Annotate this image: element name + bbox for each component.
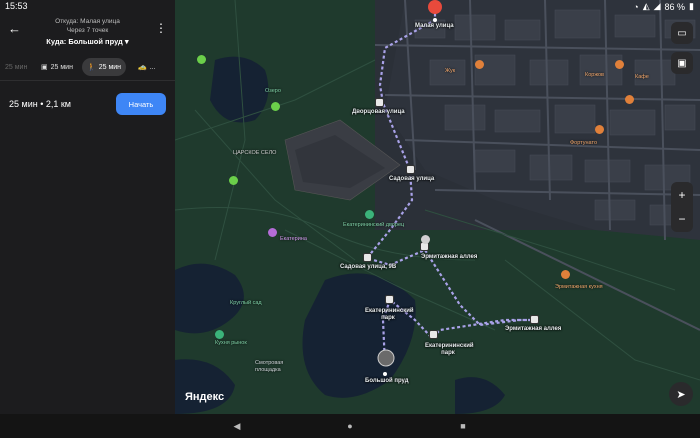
place-erm-kuhnya: Эрмитажная кухня <box>555 284 603 290</box>
label-point-4: Эрмитажная аллея <box>421 254 478 260</box>
nav-home-icon[interactable]: ● <box>343 419 357 433</box>
place-tsarskoe: ЦАРСКОЕ СЕЛО <box>233 150 277 156</box>
route-point-3[interactable] <box>363 253 372 262</box>
headset-icon: ◔ <box>633 1 639 12</box>
route-panel: ← Откуда: Малая улица Через 7 точек Куда… <box>0 0 175 414</box>
route-point-7[interactable] <box>530 315 539 324</box>
poi-food-icon[interactable] <box>215 330 224 339</box>
system-nav-bar: ◀ ● ■ <box>0 414 700 438</box>
map-view[interactable]: Малая улица Дворцовая улица Садовая улиц… <box>175 0 700 414</box>
battery-icon: ▮ <box>689 1 694 11</box>
wifi-icon: ◭ <box>642 1 650 11</box>
poi-museum-icon[interactable] <box>268 228 277 237</box>
status-bar: 15:53 ◔ ◭ ◢ 86 % ▮ <box>0 0 700 14</box>
transport-button[interactable]: ▣ <box>671 52 693 74</box>
battery-text: 86 % <box>664 1 686 12</box>
route-from[interactable]: Откуда: Малая улица <box>0 18 175 25</box>
mode-walk[interactable]: 🚶 25 мин <box>82 58 127 76</box>
destination-marker[interactable] <box>377 349 395 367</box>
place-ozera: Озеро <box>265 88 281 94</box>
chevron-down-icon: ▾ <box>124 37 129 46</box>
nav-recents-icon[interactable]: ■ <box>456 419 470 433</box>
poi-food-icon[interactable] <box>615 60 624 69</box>
place-kuhnya: Кухня рынок <box>215 340 247 346</box>
place-ek-dvorets: Екатерининский дворец <box>343 222 405 228</box>
layers-button[interactable]: ▭ <box>671 22 693 44</box>
divider <box>0 80 175 81</box>
mode-bus-time: 25 мин <box>50 63 73 71</box>
poi-park-icon[interactable] <box>229 176 238 185</box>
label-origin: Малая улица <box>415 23 454 29</box>
label-point-3: Садовая улица, 9В <box>340 264 397 270</box>
place-fortunato: Фортунато <box>570 140 598 146</box>
walk-icon: 🚶 <box>87 64 96 71</box>
more-menu-icon[interactable]: ⋮ <box>155 22 167 36</box>
poi-food-icon[interactable] <box>625 95 634 104</box>
place-kafe: Кафе <box>635 74 649 80</box>
mode-walk-time: 25 мин <box>98 63 122 71</box>
label-destination: Большой пруд <box>365 378 409 384</box>
place-kruglyi: Круглый сад <box>230 300 262 306</box>
mode-car[interactable]: 25 мин <box>0 58 32 76</box>
poi-food-icon[interactable] <box>595 125 604 134</box>
nav-back-icon[interactable]: ◀ <box>230 419 244 433</box>
route-point-5[interactable] <box>385 295 394 304</box>
mode-taxi-time: ... <box>149 63 156 71</box>
pond-left <box>175 263 244 334</box>
bus-icon: ▣ <box>41 64 48 71</box>
mode-bus[interactable]: ▣ 25 мин <box>36 58 78 76</box>
yandex-logo: Яндекс <box>185 391 225 403</box>
status-time: 15:53 <box>5 1 28 11</box>
label-point-5: Екатерининский парк <box>365 308 414 321</box>
route-summary: 25 мин • 2,1 км <box>9 99 71 109</box>
route-to-label: Куда: Большой пруд <box>46 37 123 46</box>
place-smotrovaya: Смотровая площадка <box>255 360 284 373</box>
zoom-out-button[interactable]: − <box>678 207 685 231</box>
poi-monument-icon[interactable] <box>421 235 430 244</box>
poi-park-icon[interactable] <box>197 55 206 64</box>
place-ekaterina: Екатерина <box>280 236 307 242</box>
poi-food-icon[interactable] <box>561 270 570 279</box>
label-point-6: Екатерининский парк <box>425 343 474 356</box>
poi-park-icon[interactable] <box>271 102 280 111</box>
label-point-1: Дворцовая улица <box>352 109 405 115</box>
place-korzh: Коржов <box>585 72 604 78</box>
start-button[interactable]: Начать <box>116 93 166 115</box>
poi-food-icon[interactable] <box>475 60 484 69</box>
mode-taxi[interactable]: 🚕 ... <box>133 58 161 76</box>
label-point-7: Эрмитажная аллея <box>505 326 562 332</box>
transport-modes: 25 мин ▣ 25 мин 🚶 25 мин 🚕 ... <box>0 56 175 78</box>
app-root: Малая улица Дворцовая улица Садовая улиц… <box>0 0 700 438</box>
route-point-2[interactable] <box>406 165 415 174</box>
locate-me-button[interactable]: ➤ <box>669 382 693 406</box>
route-point-1[interactable] <box>375 98 384 107</box>
poi-culture-icon[interactable] <box>365 210 374 219</box>
label-point-2: Садовая улица <box>389 176 435 182</box>
signal-icon: ◢ <box>653 1 661 11</box>
route-point-6[interactable] <box>429 330 438 339</box>
place-zhuk: Жук <box>445 68 456 74</box>
route-header: ← Откуда: Малая улица Через 7 точек Куда… <box>0 14 175 54</box>
taxi-icon: 🚕 <box>138 64 147 71</box>
route-via[interactable]: Через 7 точек <box>0 27 175 34</box>
zoom-in-button[interactable]: + <box>678 183 685 207</box>
route-to[interactable]: Куда: Большой пруд ▾ <box>0 37 175 46</box>
zoom-control: + − <box>671 182 693 232</box>
mode-car-time: 25 мин <box>5 63 28 71</box>
